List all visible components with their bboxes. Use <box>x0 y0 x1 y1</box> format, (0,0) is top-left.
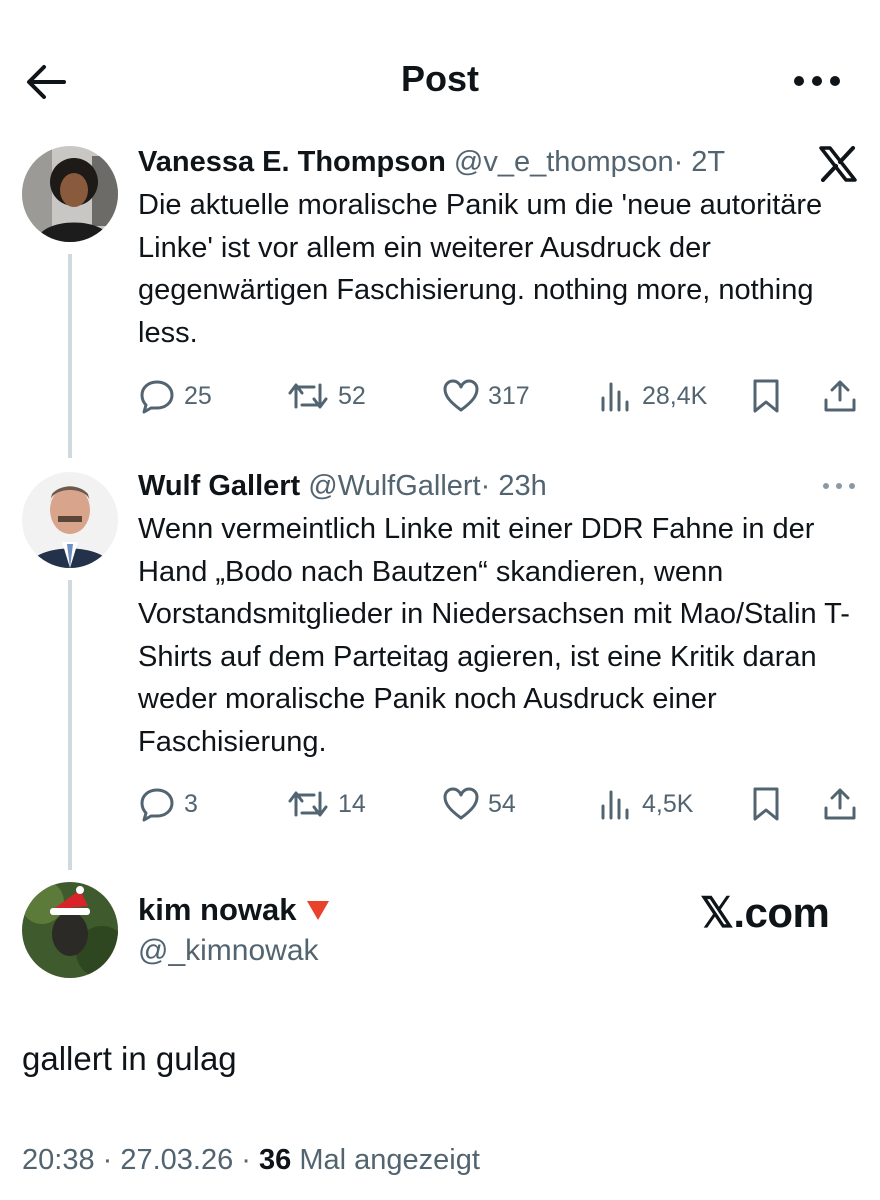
author-handle[interactable]: @_kimnowak <box>138 934 319 968</box>
bookmark-button[interactable] <box>750 376 790 416</box>
view-count: 28,4K <box>642 381 708 410</box>
views-button[interactable]: 28,4K <box>598 376 707 416</box>
tweet-actions: 3 14 54 4,5K <box>138 784 858 824</box>
view-count: 4,5K <box>642 789 694 818</box>
bookmark-button[interactable] <box>750 784 790 824</box>
thread-line <box>68 254 72 458</box>
retweet-count: 52 <box>338 381 366 410</box>
author-name[interactable]: Wulf Gallert <box>138 470 300 502</box>
reply-icon <box>140 788 174 822</box>
heart-icon <box>443 787 479 820</box>
tweet-time: · 2T <box>673 146 726 178</box>
post-footer: 20:38 · 27.03.26 · 36 Mal angezeigt <box>22 1144 480 1177</box>
author-name[interactable]: Vanessa E. Thompson <box>138 146 446 178</box>
tweet-text: Die aktuelle moralische Panik um die 'ne… <box>138 189 823 349</box>
page-title: Post <box>400 58 479 99</box>
x-com-watermark: 𝕏.com <box>700 889 830 936</box>
share-icon <box>824 380 856 412</box>
retweet-button[interactable]: 52 <box>286 376 366 416</box>
bookmark-icon <box>753 787 779 821</box>
share-button[interactable] <box>822 376 866 416</box>
share-button[interactable] <box>822 784 866 824</box>
post-timestamp: 20:38 · 27.03.26 · <box>22 1144 259 1176</box>
reply-button[interactable]: 25 <box>138 376 212 416</box>
retweet-count: 14 <box>338 789 366 818</box>
author-name: kim nowak <box>138 892 297 927</box>
retweet-icon <box>288 791 328 817</box>
thread-line <box>68 580 72 870</box>
author-handle[interactable]: @WulfGallert <box>308 470 480 502</box>
heart-icon <box>443 379 479 412</box>
retweet-icon <box>288 383 328 409</box>
avatar[interactable] <box>22 882 118 978</box>
like-count: 317 <box>488 381 530 410</box>
retweet-button[interactable]: 14 <box>286 784 366 824</box>
tweet: Wulf Gallert @WulfGallert· 23h Wenn verm… <box>138 466 856 763</box>
reply-count: 3 <box>184 789 198 818</box>
reply-count: 25 <box>184 381 212 410</box>
share-icon <box>824 788 856 820</box>
more-dots-icon[interactable] <box>792 66 842 96</box>
red-triangle-icon <box>305 898 331 922</box>
like-button[interactable]: 54 <box>442 784 516 824</box>
reply-icon <box>140 380 174 414</box>
analytics-icon <box>601 790 629 820</box>
bookmark-icon <box>753 379 779 413</box>
tweet-actions: 25 52 317 28,4K <box>138 376 858 416</box>
tweet-time: · 23h <box>480 470 547 502</box>
avatar[interactable] <box>22 472 118 568</box>
avatar[interactable] <box>22 146 118 242</box>
top-bar: Post <box>0 0 880 160</box>
author-handle[interactable]: @v_e_thompson <box>454 146 674 178</box>
like-button[interactable]: 317 <box>442 376 530 416</box>
quote-author[interactable]: kim nowak <box>138 892 331 928</box>
views-label: Mal angezeigt <box>291 1144 480 1176</box>
tweet-text: Wenn vermeintlich Linke mit einer DDR Fa… <box>138 513 850 758</box>
views-button[interactable]: 4,5K <box>598 784 693 824</box>
tweet: Vanessa E. Thompson @v_e_thompson· 2T Di… <box>138 142 856 354</box>
view-count: 36 <box>259 1144 292 1176</box>
reply-button[interactable]: 3 <box>138 784 198 824</box>
reply-text: gallert in gulag <box>22 1040 237 1077</box>
like-count: 54 <box>488 789 516 818</box>
analytics-icon <box>601 382 629 412</box>
